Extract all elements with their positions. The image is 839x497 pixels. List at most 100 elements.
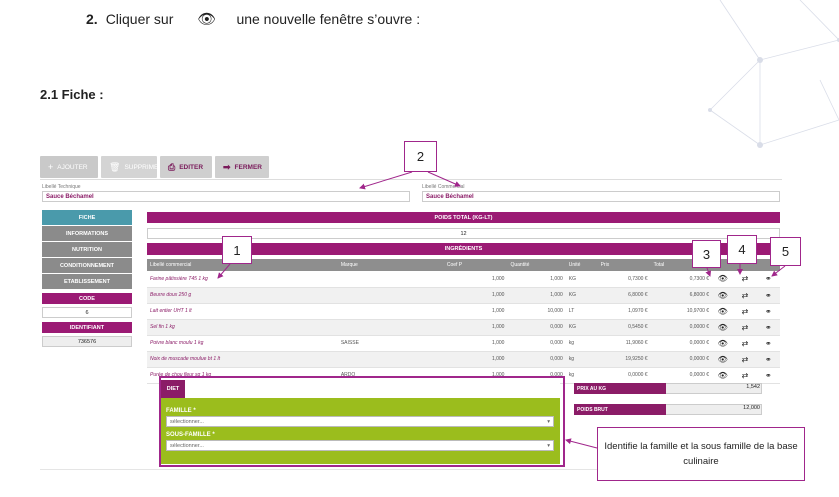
table-cell: 0,0000 €: [597, 367, 651, 384]
link-icon[interactable]: ⚭: [756, 335, 780, 352]
view-icon[interactable]: 👁: [712, 319, 734, 336]
sidebar-item-conditionnement[interactable]: CONDITIONNEMENT: [42, 258, 132, 273]
table-cell: 1,000: [443, 351, 508, 368]
trash-icon: 🗑: [109, 161, 121, 172]
table-cell: Poivre blanc moulu 1 kg: [147, 335, 338, 352]
sidebar-item-etablissement[interactable]: ETABLISSEMENT: [42, 274, 132, 289]
table-cell: 0,5450 €: [597, 319, 651, 336]
sidebar-item-informations[interactable]: INFORMATIONS: [42, 226, 132, 241]
diet-highlight-box: [159, 376, 565, 467]
table-row: Poivre blanc moulu 1 kg SAISSE 1,000 0,000 k…: [147, 335, 780, 352]
link-icon[interactable]: ⚭: [756, 303, 780, 320]
table-cell: SAISSE: [337, 335, 444, 352]
comm-label: Libellé Commercial: [422, 184, 465, 190]
table-cell: kg: [565, 335, 598, 352]
tech-field[interactable]: Sauce Béchamel: [42, 191, 410, 202]
table-cell: LT: [565, 303, 598, 320]
tech-label: Libellé Technique: [42, 184, 81, 190]
table-cell: 1,000: [507, 287, 566, 304]
table-cell: 1,000: [507, 271, 566, 288]
table-cell: 6,8000 €: [597, 287, 651, 304]
table-cell: 19,9250 €: [597, 351, 651, 368]
eye-icon: 👁: [197, 11, 217, 28]
swap-icon[interactable]: ⇄: [733, 303, 757, 320]
table-cell: KG: [565, 319, 598, 336]
table-cell: 0,0000 €: [650, 367, 713, 384]
diet-callout: Identifie la famille et la sous famille …: [597, 427, 805, 481]
callout-4: 4: [727, 235, 757, 264]
view-icon[interactable]: 👁: [712, 367, 734, 384]
view-icon[interactable]: 👁: [712, 271, 734, 288]
edit-button[interactable]: ⎙ EDITER: [160, 156, 212, 178]
swap-icon[interactable]: ⇄: [733, 319, 757, 336]
callout-3: 3: [692, 240, 721, 268]
table-cell: 0,0000 €: [650, 351, 713, 368]
close-button[interactable]: ➡ FERMER: [215, 156, 269, 178]
link-icon[interactable]: ⚭: [756, 287, 780, 304]
step-text-after: une nouvelle fenêtre s’ouvre :: [236, 11, 421, 27]
table-cell: 0,000: [507, 335, 566, 352]
comm-field[interactable]: Sauce Béchamel: [422, 191, 780, 202]
step-number: 2.: [86, 11, 98, 27]
poids-brut-value: 12,000: [743, 405, 760, 411]
table-row: Farine pâtissière T45 1 kg 1,000 1,000 KG 0,…: [147, 271, 780, 288]
swap-icon[interactable]: ⇄: [733, 287, 757, 304]
section-title: 2.1 Fiche :: [40, 87, 104, 102]
table-cell: 0,7300 €: [650, 271, 713, 288]
table-row: Beurre doux 250 g 1,000 1,000 KG 6,8000 €6,8…: [147, 287, 780, 304]
table-cell: Beurre doux 250 g: [147, 287, 338, 304]
step-instruction: 2. Cliquer sur 👁 une nouvelle fenêtre s’…: [86, 10, 420, 28]
callout-5: 5: [770, 237, 801, 266]
table-cell: kg: [565, 367, 598, 384]
code-value[interactable]: 6: [42, 307, 132, 318]
swap-icon[interactable]: ⇄: [733, 271, 757, 288]
table-cell: 1,000: [443, 335, 508, 352]
table-cell: Farine pâtissière T45 1 kg: [147, 271, 338, 288]
column-header: Unité: [565, 259, 598, 271]
callout-1: 1: [222, 236, 252, 264]
ingredients-table: Libellé commercial Marque Coef P Quantité Un…: [147, 259, 780, 384]
poids-brut-label: POIDS BRUT: [574, 404, 666, 415]
link-icon[interactable]: ⚭: [756, 351, 780, 368]
table-cell: 1,000: [443, 303, 508, 320]
table-cell: 10,000: [507, 303, 566, 320]
swap-icon[interactable]: ⇄: [733, 351, 757, 368]
column-header: Quantité: [507, 259, 566, 271]
prix-value: 1,542: [746, 384, 760, 390]
callout-2: 2: [404, 141, 437, 172]
sidebar-item-nutrition[interactable]: NUTRITION: [42, 242, 132, 257]
sidebar-item-fiche[interactable]: FICHE: [42, 210, 132, 225]
exit-icon: ➡: [223, 161, 231, 172]
delete-button[interactable]: 🗑 SUPPRIMER: [101, 156, 163, 178]
table-cell: 1,000: [443, 287, 508, 304]
id-label: IDENTIFIANT: [42, 322, 132, 333]
swap-icon[interactable]: ⇄: [733, 335, 757, 352]
swap-icon[interactable]: ⇄: [733, 367, 757, 384]
id-value: 736576: [42, 336, 132, 347]
table-cell: 0,0000 €: [650, 335, 713, 352]
table-cell: [337, 303, 444, 320]
view-icon[interactable]: 👁: [712, 287, 734, 304]
view-icon[interactable]: 👁: [712, 303, 734, 320]
column-header: Marque: [337, 259, 444, 271]
toolbar: + AJOUTER 🗑 SUPPRIMER ⎙ EDITER ➡ FERMER: [40, 156, 269, 178]
table-cell: 6,8000 €: [650, 287, 713, 304]
sidebar: FICHE INFORMATIONS NUTRITION CONDITIONNE…: [42, 210, 132, 347]
link-icon[interactable]: ⚭: [756, 271, 780, 288]
view-icon[interactable]: 👁: [712, 351, 734, 368]
link-icon[interactable]: ⚭: [756, 319, 780, 336]
view-icon[interactable]: 👁: [712, 335, 734, 352]
plus-icon: +: [48, 162, 54, 172]
table-cell: 10,9700 €: [650, 303, 713, 320]
table-cell: 1,000: [443, 319, 508, 336]
column-header: Coef P: [443, 259, 508, 271]
table-cell: 0,7300 €: [597, 271, 651, 288]
table-cell: [337, 271, 444, 288]
code-label: CODE: [42, 293, 132, 304]
add-button[interactable]: + AJOUTER: [40, 156, 98, 178]
table-cell: [337, 351, 444, 368]
poids-header: POIDS TOTAL (KG-LT): [147, 212, 780, 223]
link-icon[interactable]: ⚭: [756, 367, 780, 384]
table-cell: Sel fin 1 kg: [147, 319, 338, 336]
printer-icon: ⎙: [168, 161, 176, 172]
